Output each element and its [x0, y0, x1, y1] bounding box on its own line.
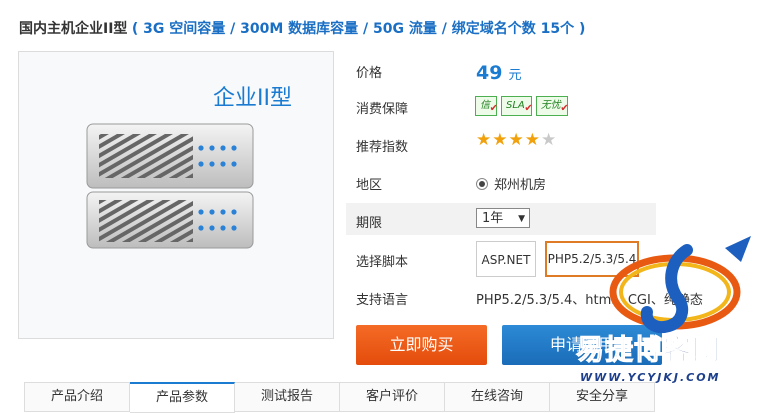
tab-customer-reviews[interactable]: 客户评价 — [340, 382, 445, 412]
buy-now-button[interactable]: 立即购买 — [356, 325, 487, 365]
tab-test-report[interactable]: 测试报告 — [235, 382, 340, 412]
chevron-down-icon: ▼ — [518, 214, 525, 224]
guarantee-badge-sla: SLA ✔ — [501, 96, 533, 116]
language-label: 支持语言 — [356, 293, 409, 308]
guarantee-badge-worry-free: 无忧 ✔ — [535, 96, 569, 116]
rating-stars: ★ ★ ★ ★ ★ — [476, 131, 556, 149]
guarantee-badge-text: 信 — [480, 100, 490, 111]
tab-product-intro[interactable]: 产品介绍 — [24, 382, 130, 412]
product-title-spec: ( 3G 空间容量 / 300M 数据库容量 / 50G 流量 / 绑定域名个数… — [131, 21, 586, 37]
script-label: 选择脚本 — [356, 255, 409, 270]
rating-label: 推荐指数 — [356, 140, 409, 155]
guarantee-badge-text: 无忧 — [540, 100, 561, 111]
watermark-text: 易捷博客网 — [575, 333, 722, 367]
period-label: 期限 — [356, 216, 383, 231]
verified-check-icon: ✔ — [524, 103, 533, 114]
half-star-icon: ★ — [541, 130, 557, 150]
price-value: 49 元 — [476, 62, 521, 84]
guarantee-badge-credit: 信 ✔ — [475, 96, 498, 116]
region-option[interactable]: 郑州机房 — [476, 174, 546, 193]
price-unit: 元 — [508, 68, 522, 83]
region-value: 郑州机房 — [494, 178, 547, 193]
product-tabs: 产品介绍 产品参数 测试报告 客户评价 在线咨询 安全分享 — [24, 382, 655, 413]
guarantee-label: 消费保障 — [356, 102, 409, 117]
product-title: 国内主机企业II型 ( 3G 空间容量 / 300M 数据库容量 / 50G 流… — [19, 18, 585, 38]
star-icon: ★ — [508, 130, 524, 150]
watermark-url: WWW.YCYJKJ.COM — [580, 371, 721, 384]
product-image: 企业II型 — [18, 51, 334, 339]
tab-online-consult[interactable]: 在线咨询 — [445, 382, 550, 412]
star-icon: ★ — [476, 130, 492, 150]
period-select[interactable]: 1年 ▼ — [476, 208, 530, 228]
period-value: 1年 — [482, 211, 504, 226]
guarantee-badges: 信 ✔ SLA ✔ 无忧 ✔ — [475, 96, 569, 116]
radio-icon[interactable] — [476, 177, 488, 190]
verified-check-icon: ✔ — [489, 103, 498, 114]
server-icon — [86, 123, 254, 249]
star-icon: ★ — [492, 130, 508, 150]
tab-product-params[interactable]: 产品参数 — [130, 382, 235, 413]
product-title-name: 国内主机企业II型 — [19, 21, 128, 37]
guarantee-badge-text: SLA — [506, 100, 525, 111]
region-label: 地区 — [356, 178, 383, 193]
star-icon: ★ — [524, 130, 540, 150]
price-number: 49 — [476, 62, 503, 84]
price-label: 价格 — [356, 66, 383, 81]
verified-check-icon: ✔ — [560, 103, 569, 114]
script-option-aspnet[interactable]: ASP.NET — [476, 241, 536, 277]
